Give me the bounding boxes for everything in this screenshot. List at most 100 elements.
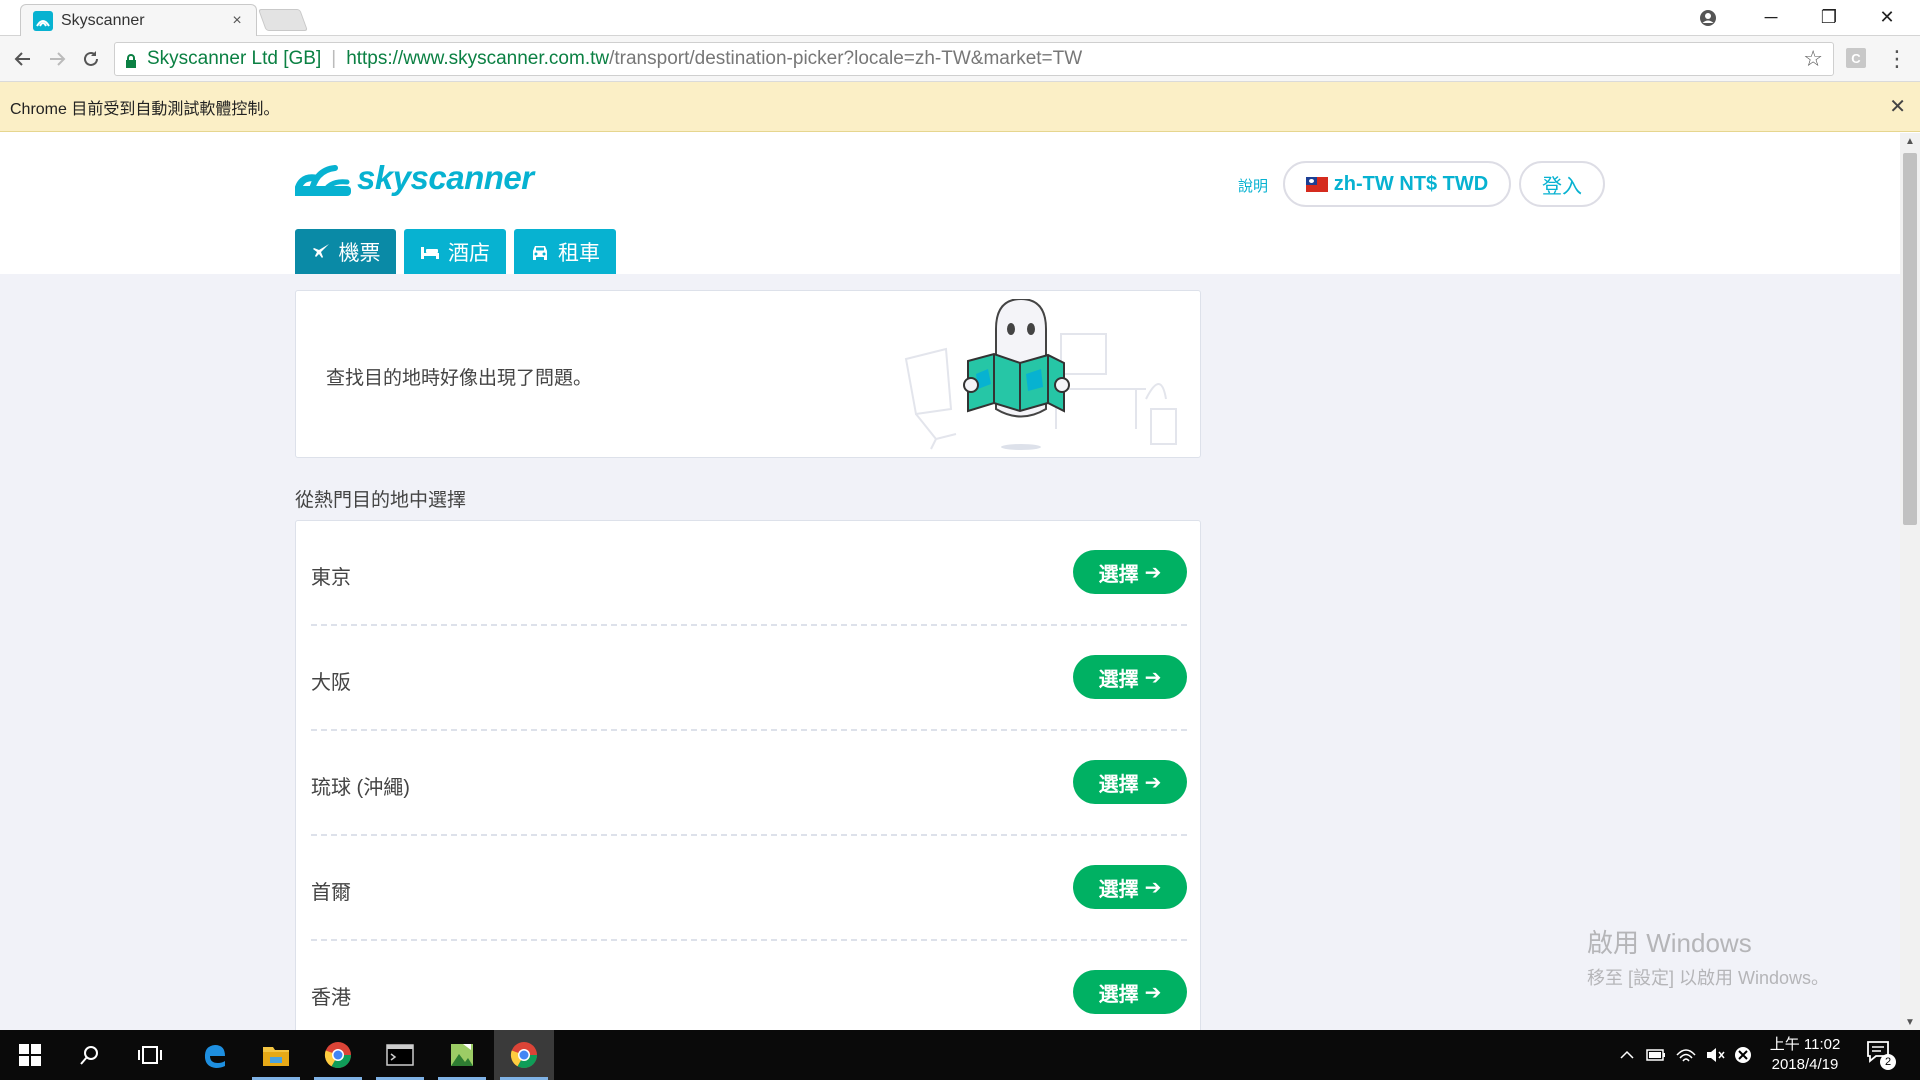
brand-wordmark: skyscanner [357, 159, 534, 196]
windows-taskbar: 上午 11:02 2018/4/19 2 [0, 1030, 1920, 1080]
arrow-right-icon: ➔ [1144, 981, 1162, 1004]
select-button[interactable]: 選擇 ➔ [1073, 760, 1187, 804]
scroll-up-icon[interactable]: ▲ [1900, 133, 1920, 149]
minimize-button[interactable]: ─ [1742, 0, 1800, 34]
lost-traveler-illustration-icon [904, 299, 1177, 450]
battery-icon[interactable] [1642, 1030, 1670, 1080]
login-button[interactable]: 登入 [1519, 161, 1605, 207]
search-icon[interactable] [60, 1030, 120, 1080]
clock-time: 上午 11:02 [1769, 1036, 1841, 1053]
task-view-icon[interactable] [120, 1030, 180, 1080]
watermark-title: 啟用 Windows [1587, 928, 1752, 958]
tab-hotels[interactable]: 酒店 [404, 229, 506, 274]
new-tab-button[interactable] [257, 9, 309, 31]
tab-close-icon[interactable]: × [228, 12, 246, 30]
site-owner-label: Skyscanner Ltd [GB] [147, 48, 322, 69]
notification-count-badge: 2 [1880, 1054, 1896, 1070]
popular-destinations-title: 從熱門目的地中選擇 [295, 490, 467, 511]
close-window-button[interactable]: ✕ [1858, 0, 1916, 34]
browser-tab[interactable]: Skyscanner × [20, 4, 257, 36]
page-scrollbar[interactable]: ▲ ▼ [1900, 133, 1920, 1030]
watermark-subtitle: 移至 [設定] 以啟用 Windows。 [1587, 968, 1830, 988]
site-header: skyscanner 說明 zh-TW NT$ TWD 登入 機票 酒店 租車 [0, 133, 1900, 274]
select-button-label: 選擇 [1098, 773, 1139, 796]
list-item: 首爾 選擇 ➔ [311, 836, 1187, 941]
image-viewer-icon[interactable] [432, 1030, 492, 1080]
select-button-label: 選擇 [1098, 668, 1139, 691]
clock-date: 2018/4/19 [1771, 1056, 1839, 1073]
product-tabs: 機票 酒店 租車 [295, 229, 616, 274]
volume-muted-icon[interactable] [1702, 1030, 1728, 1080]
file-explorer-icon[interactable] [246, 1030, 306, 1080]
profile-icon[interactable] [1694, 4, 1722, 32]
tab-hotels-label: 酒店 [448, 241, 490, 265]
scroll-down-icon[interactable]: ▼ [1900, 1014, 1920, 1030]
forward-arrow-icon[interactable] [42, 44, 72, 74]
system-clock[interactable]: 上午 11:02 2018/4/19 [1760, 1035, 1850, 1075]
chrome-taskbar-icon[interactable] [308, 1030, 368, 1080]
chrome-active-taskbar-icon[interactable] [494, 1030, 554, 1080]
locale-label: zh-TW NT$ TWD [1333, 172, 1489, 195]
destination-name: 香港 [311, 987, 351, 1009]
destination-name: 大阪 [311, 672, 351, 694]
url-host: https://www.skyscanner.com.tw [346, 48, 610, 69]
destination-name: 東京 [311, 567, 351, 589]
taiwan-flag-icon [1305, 176, 1328, 192]
windows-start-icon[interactable] [0, 1030, 60, 1080]
automation-infobar: Chrome 目前受到自動測試軟體控制。 ✕ [0, 82, 1920, 132]
action-center-icon[interactable]: 2 [1866, 1040, 1896, 1070]
error-message: 查找目的地時好像出現了問題。 [326, 368, 593, 389]
select-button[interactable]: 選擇 ➔ [1073, 655, 1187, 699]
extension-icon[interactable]: C [1846, 48, 1866, 68]
infobar-close-icon[interactable]: ✕ [1889, 94, 1906, 119]
windows-activation-watermark: 啟用 Windows 移至 [設定] 以啟用 Windows。 [1587, 923, 1829, 990]
tab-strip: Skyscanner × ─ ❐ ✕ [0, 0, 1920, 36]
destination-name: 首爾 [311, 882, 351, 904]
skyscanner-logo[interactable]: skyscanner [295, 159, 534, 197]
select-button[interactable]: 選擇 ➔ [1073, 970, 1187, 1014]
list-item: 東京 選擇 ➔ [311, 521, 1187, 626]
tab-flights[interactable]: 機票 [295, 229, 396, 274]
arrow-right-icon: ➔ [1144, 876, 1162, 899]
show-hidden-icons-chevron-icon[interactable] [1614, 1030, 1640, 1080]
address-bar[interactable]: Skyscanner Ltd [GB] | https://www.skysca… [114, 42, 1834, 76]
back-arrow-icon[interactable] [8, 44, 38, 74]
arrow-right-icon: ➔ [1144, 771, 1162, 794]
bed-icon [421, 246, 439, 259]
address-separator: | [331, 48, 337, 69]
tab-car-hire[interactable]: 租車 [514, 229, 616, 274]
tab-car-hire-label: 租車 [558, 241, 600, 265]
page-viewport: skyscanner 說明 zh-TW NT$ TWD 登入 機票 酒店 租車 … [0, 133, 1900, 1030]
skyscanner-favicon-icon [33, 10, 53, 31]
skyscanner-sunrise-icon [295, 165, 351, 196]
select-button-label: 選擇 [1098, 878, 1139, 901]
select-button[interactable]: 選擇 ➔ [1073, 550, 1187, 594]
chrome-menu-icon[interactable]: ⋮ [1882, 44, 1912, 74]
car-icon [533, 245, 547, 260]
select-button-label: 選擇 [1098, 563, 1139, 586]
list-item: 大阪 選擇 ➔ [311, 626, 1187, 731]
list-item: 琉球 (沖繩) 選擇 ➔ [311, 731, 1187, 836]
infobar-text: Chrome 目前受到自動測試軟體控制。 [10, 100, 280, 118]
bookmark-star-icon[interactable]: ☆ [1803, 46, 1823, 72]
lock-icon [125, 52, 137, 68]
select-button[interactable]: 選擇 ➔ [1073, 865, 1187, 909]
command-prompt-icon[interactable] [370, 1030, 430, 1080]
select-button-label: 選擇 [1098, 983, 1139, 1006]
list-item: 香港 選擇 ➔ [311, 941, 1187, 1030]
browser-toolbar: Skyscanner Ltd [GB] | https://www.skysca… [0, 36, 1920, 82]
tab-title: Skyscanner [61, 11, 145, 29]
destination-name: 琉球 (沖繩) [311, 777, 410, 799]
arrow-right-icon: ➔ [1144, 561, 1162, 584]
arrow-right-icon: ➔ [1144, 666, 1162, 689]
edge-browser-icon[interactable] [184, 1030, 244, 1080]
reload-icon[interactable] [76, 44, 106, 74]
scroll-thumb[interactable] [1903, 153, 1917, 525]
locale-currency-button[interactable]: zh-TW NT$ TWD [1283, 161, 1511, 207]
restore-button[interactable]: ❐ [1800, 0, 1858, 34]
help-link[interactable]: 說明 [1238, 175, 1268, 196]
network-disconnected-icon[interactable] [1730, 1030, 1756, 1080]
plane-icon [312, 243, 329, 258]
wifi-icon[interactable] [1672, 1030, 1700, 1080]
tab-flights-label: 機票 [338, 241, 381, 265]
